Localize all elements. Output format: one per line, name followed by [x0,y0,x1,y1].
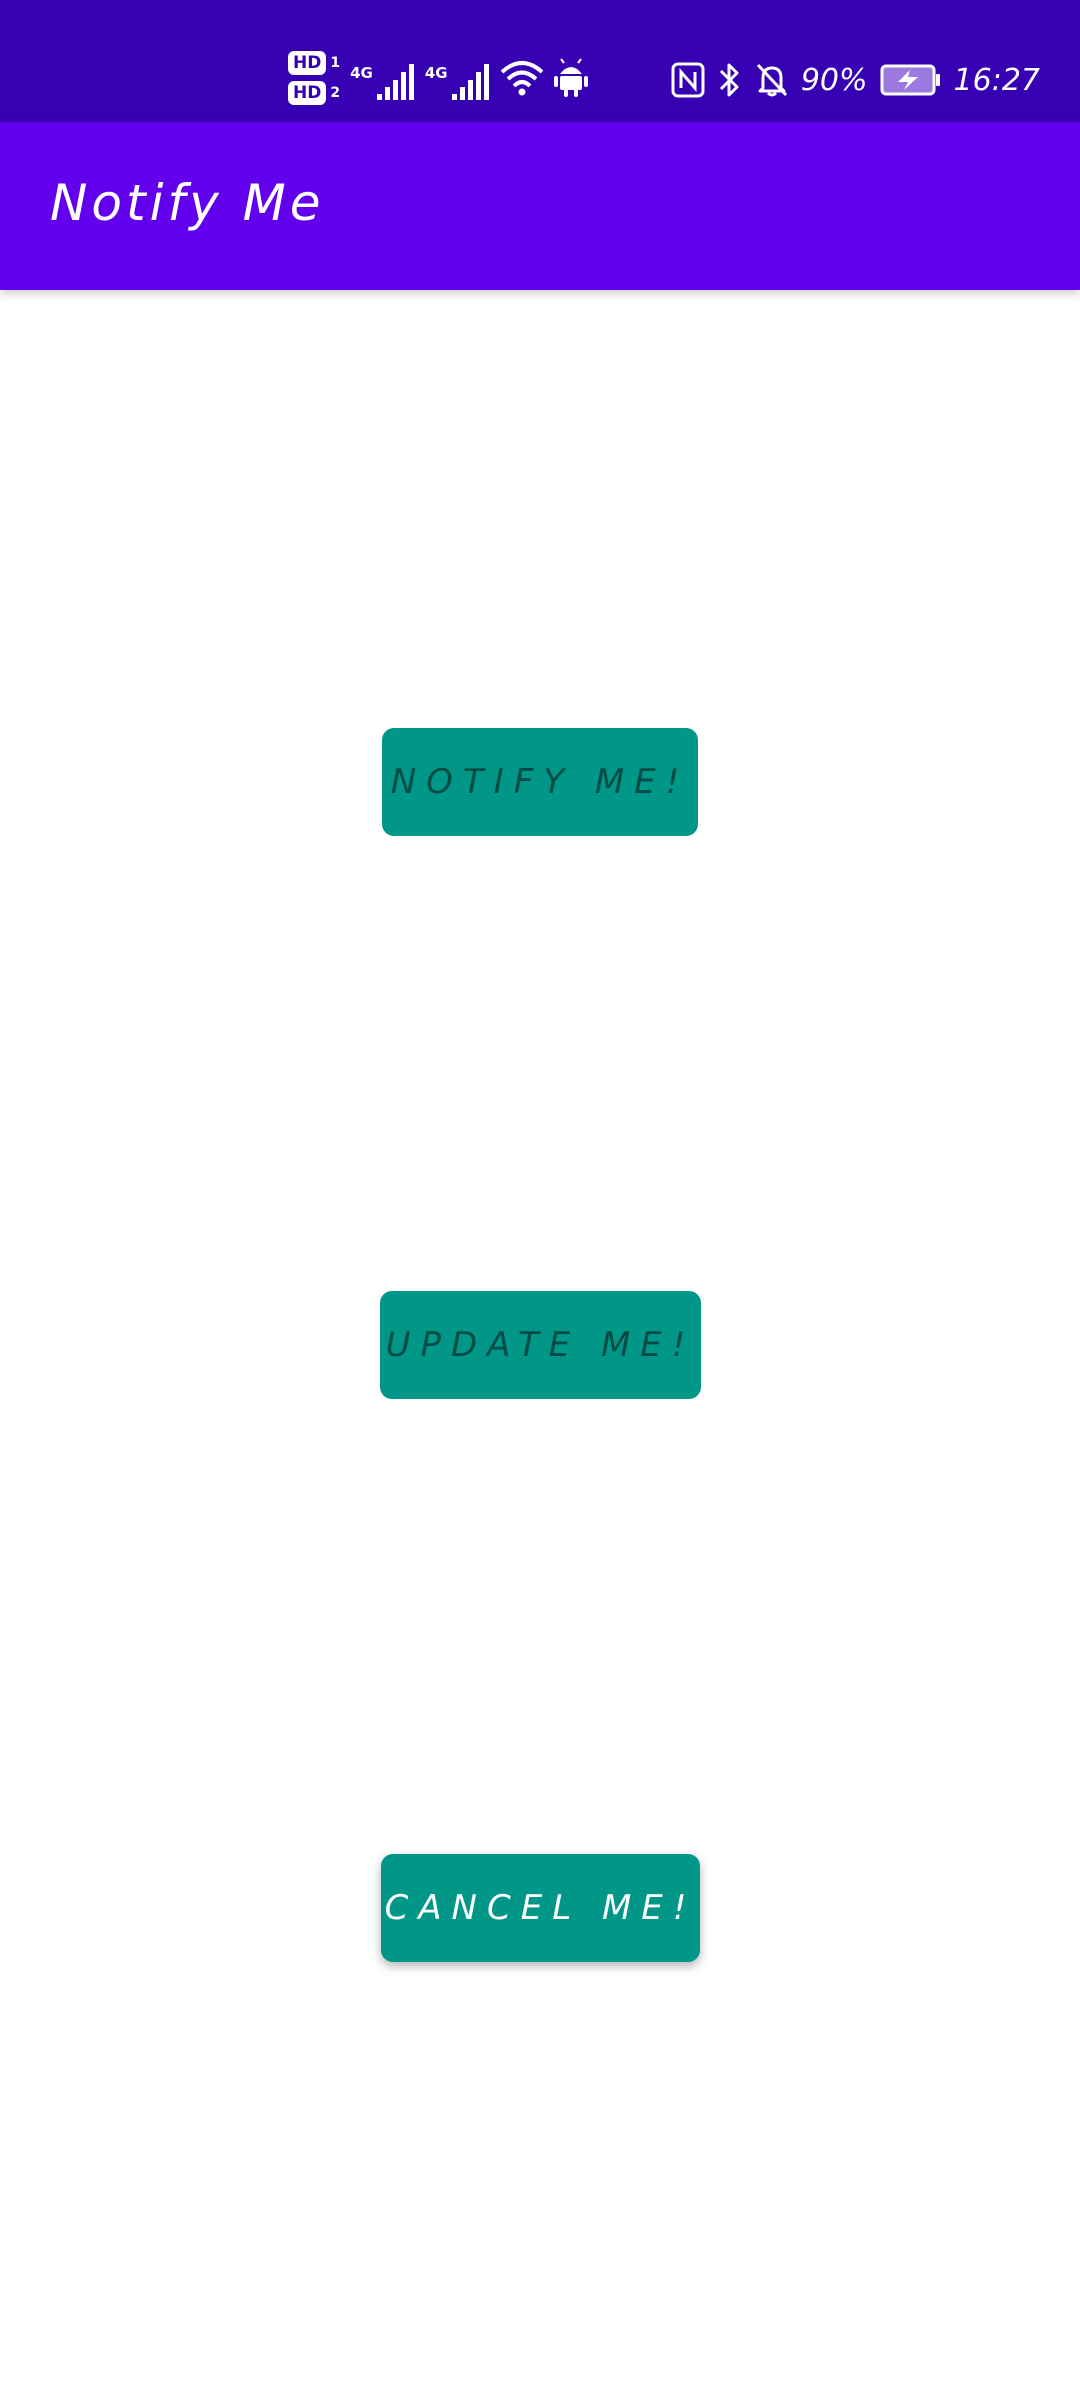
hd-icon-sim1: HD 1 [288,51,340,75]
status-right-group: 90% 16:27 [671,56,1040,104]
cancel-button[interactable]: CANCEL ME! [381,1854,700,1962]
status-bar: HD 1 HD 2 4G 4G 90% 16:27 [0,0,1080,122]
network-type-2: 4G [424,64,448,82]
hd-index-1: 1 [330,55,341,71]
hd-badge-1: HD [288,51,327,75]
battery-percent: 90% [800,62,868,98]
battery-charging-icon [880,64,940,96]
app-bar: Notify Me [0,122,1080,290]
network-group-1: 4G [350,54,415,102]
bluetooth-icon [719,63,739,97]
hd-icons: HD 1 HD 2 [288,51,340,105]
update-button[interactable]: UPDATE ME! [380,1291,701,1399]
status-left-group: HD 1 HD 2 4G 4G [288,46,588,110]
app-title: Notify Me [50,174,325,232]
hd-index-2: 2 [330,85,341,101]
signal-icon [451,64,489,100]
network-type-1: 4G [350,64,373,82]
android-icon [553,58,588,97]
bell-off-icon [756,63,787,97]
notify-button[interactable]: NOTIFY ME! [382,728,698,836]
nfc-icon [671,62,705,98]
signal-icon [376,64,414,100]
clock: 16:27 [953,62,1040,98]
network-group-2: 4G [425,54,490,102]
wifi-icon [500,61,543,96]
hd-badge-2: HD [288,81,327,105]
hd-icon-sim2: HD 2 [288,81,340,105]
